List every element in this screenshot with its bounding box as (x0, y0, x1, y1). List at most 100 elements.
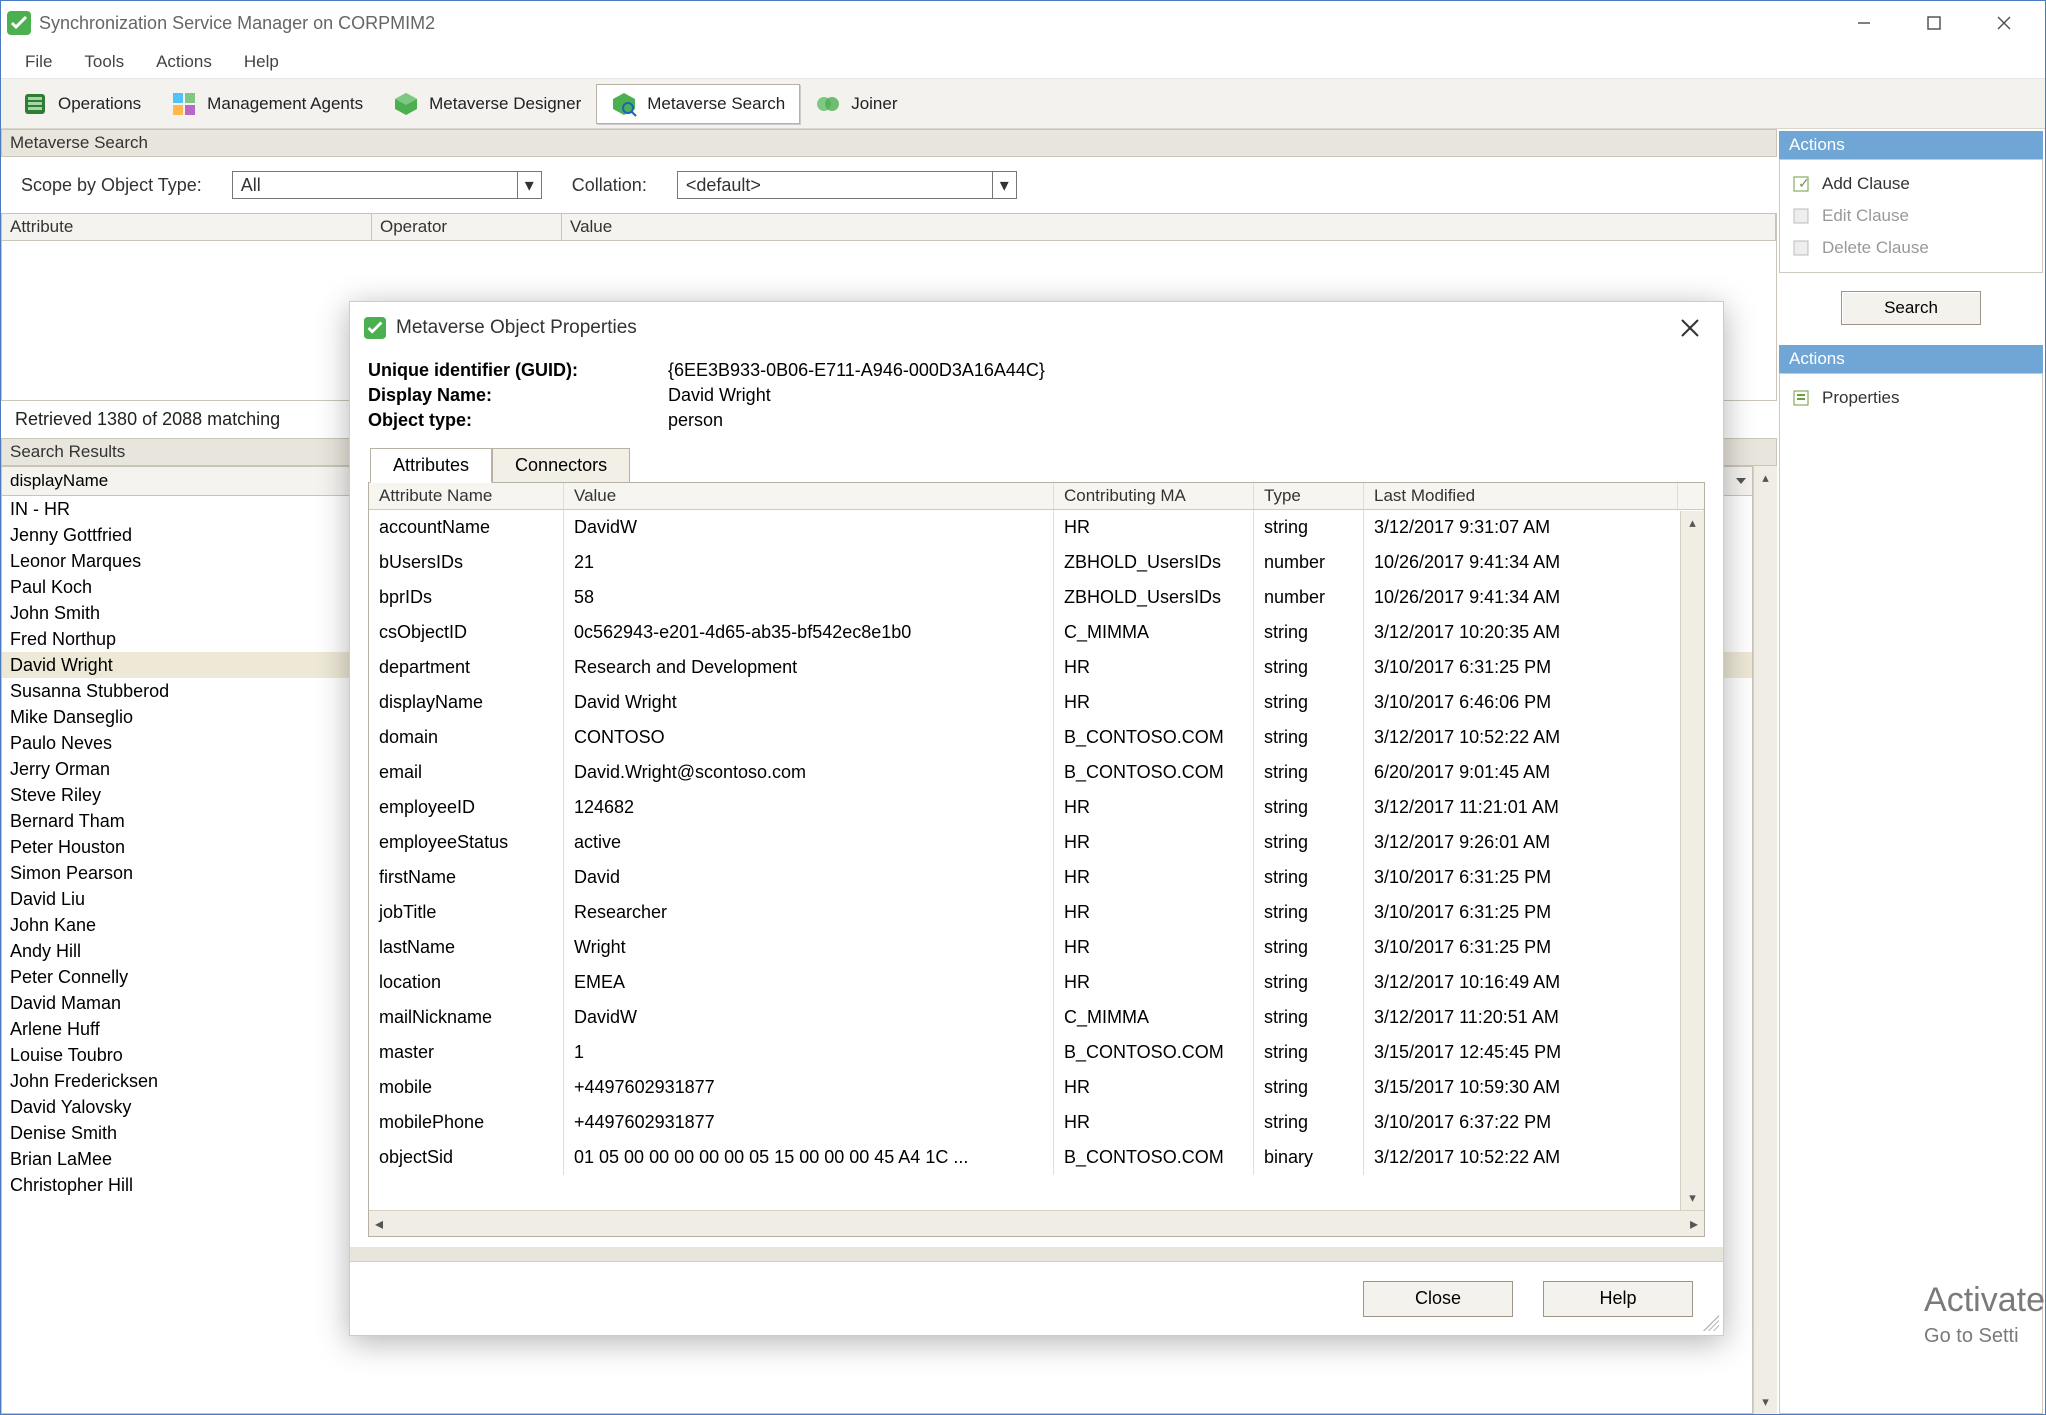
scope-bar: Scope by Object Type: All ▾ Collation: <… (1, 157, 1777, 213)
cell-name: location (369, 965, 564, 1000)
cell-mod: 10/26/2017 9:41:34 AM (1364, 545, 1704, 580)
table-row[interactable]: employeeStatusactiveHRstring3/12/2017 9:… (369, 825, 1704, 860)
table-row[interactable]: objectSid01 05 00 00 00 00 00 05 15 00 0… (369, 1140, 1704, 1175)
cell-name: mobilePhone (369, 1105, 564, 1140)
results-scrollbar[interactable]: ▴ ▾ (1753, 466, 1777, 1414)
col-value[interactable]: Value (562, 214, 1776, 240)
menu-tools[interactable]: Tools (70, 48, 138, 76)
grid-vscroll[interactable]: ▴ ▾ (1680, 511, 1704, 1210)
cell-value: 21 (564, 545, 1054, 580)
cell-mod: 3/12/2017 9:26:01 AM (1364, 825, 1704, 860)
scroll-right-icon[interactable]: ▸ (1690, 1214, 1698, 1234)
minimize-button[interactable] (1829, 1, 1899, 45)
cell-ma: HR (1054, 895, 1254, 930)
col-attr-ma[interactable]: Contributing MA (1054, 483, 1254, 509)
scroll-up-icon[interactable]: ▴ (1754, 466, 1777, 490)
dialog-close-button[interactable] (1671, 315, 1709, 341)
cell-name: accountName (369, 510, 564, 545)
table-row[interactable]: master1B_CONTOSO.COMstring3/15/2017 12:4… (369, 1035, 1704, 1070)
table-row[interactable]: displayNameDavid WrightHRstring3/10/2017… (369, 685, 1704, 720)
table-row[interactable]: mobile+4497602931877HRstring3/15/2017 10… (369, 1070, 1704, 1105)
toolbar-ms-label: Metaverse Search (647, 94, 785, 114)
grid-hscroll[interactable]: ◂ ▸ (369, 1210, 1704, 1236)
cell-mod: 3/15/2017 10:59:30 AM (1364, 1070, 1704, 1105)
scroll-down-icon[interactable]: ▾ (1681, 1186, 1704, 1210)
close-button[interactable] (1969, 1, 2039, 45)
tab-attributes[interactable]: Attributes (370, 448, 492, 483)
table-row[interactable]: employeeID124682HRstring3/12/2017 11:21:… (369, 790, 1704, 825)
cell-type: string (1254, 510, 1364, 545)
toolbar-joiner-label: Joiner (851, 94, 897, 114)
col-attr-type[interactable]: Type (1254, 483, 1364, 509)
col-operator[interactable]: Operator (372, 214, 562, 240)
table-row[interactable]: emailDavid.Wright@scontoso.comB_CONTOSO.… (369, 755, 1704, 790)
section-metaverse-search: Metaverse Search (1, 129, 1777, 157)
size-grip[interactable] (1699, 1311, 1719, 1331)
cell-name: email (369, 755, 564, 790)
cell-value: Research and Development (564, 650, 1054, 685)
toolbar-joiner[interactable]: Joiner (800, 84, 912, 124)
operations-icon (22, 91, 48, 117)
scope-combo[interactable]: All ▾ (232, 171, 542, 199)
table-row[interactable]: domainCONTOSOB_CONTOSO.COMstring3/12/201… (369, 720, 1704, 755)
toolbar-operations-label: Operations (58, 94, 141, 114)
cell-value: DavidW (564, 1000, 1054, 1035)
toolbar-metaverse-designer[interactable]: Metaverse Designer (378, 84, 596, 124)
toolbar-management-agents[interactable]: Management Agents (156, 84, 378, 124)
cell-mod: 3/10/2017 6:46:06 PM (1364, 685, 1704, 720)
table-row[interactable]: bprIDs58ZBHOLD_UsersIDsnumber10/26/2017 … (369, 580, 1704, 615)
col-attr-value[interactable]: Value (564, 483, 1054, 509)
col-attr-mod[interactable]: Last Modified (1364, 483, 1678, 509)
search-button[interactable]: Search (1841, 291, 1981, 325)
cell-value: 01 05 00 00 00 00 00 05 15 00 00 00 45 A… (564, 1140, 1054, 1175)
table-row[interactable]: locationEMEAHRstring3/12/2017 10:16:49 A… (369, 965, 1704, 1000)
menu-actions[interactable]: Actions (142, 48, 226, 76)
col-attr-name[interactable]: Attribute Name (369, 483, 564, 509)
maximize-button[interactable] (1899, 1, 1969, 45)
scroll-left-icon[interactable]: ◂ (375, 1214, 383, 1234)
cell-mod: 3/12/2017 10:52:22 AM (1364, 720, 1704, 755)
table-row[interactable]: firstNameDavidHRstring3/10/2017 6:31:25 … (369, 860, 1704, 895)
table-row[interactable]: departmentResearch and DevelopmentHRstri… (369, 650, 1704, 685)
scroll-down-icon[interactable]: ▾ (1754, 1390, 1777, 1414)
tab-connectors[interactable]: Connectors (492, 448, 630, 483)
dialog-close[interactable]: Close (1363, 1281, 1513, 1317)
table-row[interactable]: accountNameDavidWHRstring3/12/2017 9:31:… (369, 510, 1704, 545)
cell-value: Wright (564, 930, 1054, 965)
titlebar: Synchronization Service Manager on CORPM… (1, 1, 2045, 45)
attributes-rows[interactable]: accountNameDavidWHRstring3/12/2017 9:31:… (369, 510, 1704, 1203)
guid-value: {6EE3B933-0B06-E711-A946-000D3A16A44C} (668, 360, 1045, 381)
svg-text:✓: ✓ (1798, 175, 1810, 191)
cell-ma: HR (1054, 860, 1254, 895)
guid-label: Unique identifier (GUID): (368, 360, 668, 381)
cell-name: lastName (369, 930, 564, 965)
cell-name: jobTitle (369, 895, 564, 930)
cell-ma: HR (1054, 825, 1254, 860)
display-name-value: David Wright (668, 385, 771, 406)
dialog-help[interactable]: Help (1543, 1281, 1693, 1317)
collation-combo[interactable]: <default> ▾ (677, 171, 1017, 199)
table-row[interactable]: jobTitleResearcherHRstring3/10/2017 6:31… (369, 895, 1704, 930)
action-add-clause[interactable]: ✓ Add Clause (1790, 168, 2032, 200)
table-row[interactable]: mobilePhone+4497602931877HRstring3/10/20… (369, 1105, 1704, 1140)
table-row[interactable]: lastNameWrightHRstring3/10/2017 6:31:25 … (369, 930, 1704, 965)
cell-value: +4497602931877 (564, 1105, 1054, 1140)
clause-grid-header: Attribute Operator Value (1, 213, 1777, 241)
cell-type: string (1254, 1000, 1364, 1035)
menu-help[interactable]: Help (230, 48, 293, 76)
cell-value: 124682 (564, 790, 1054, 825)
table-row[interactable]: mailNicknameDavidWC_MIMMAstring3/12/2017… (369, 1000, 1704, 1035)
add-clause-icon: ✓ (1792, 174, 1812, 194)
joiner-icon (815, 91, 841, 117)
action-properties[interactable]: Properties (1790, 382, 2032, 414)
scroll-up-icon[interactable]: ▴ (1681, 511, 1704, 535)
cell-type: string (1254, 1070, 1364, 1105)
col-attribute[interactable]: Attribute (2, 214, 372, 240)
table-row[interactable]: bUsersIDs21ZBHOLD_UsersIDsnumber10/26/20… (369, 545, 1704, 580)
table-row[interactable]: csObjectID0c562943-e201-4d65-ab35-bf542e… (369, 615, 1704, 650)
toolbar-metaverse-search[interactable]: Metaverse Search (596, 84, 800, 124)
toolbar-operations[interactable]: Operations (7, 84, 156, 124)
app-window: Synchronization Service Manager on CORPM… (0, 0, 2046, 1415)
menu-file[interactable]: File (11, 48, 66, 76)
cell-name: department (369, 650, 564, 685)
